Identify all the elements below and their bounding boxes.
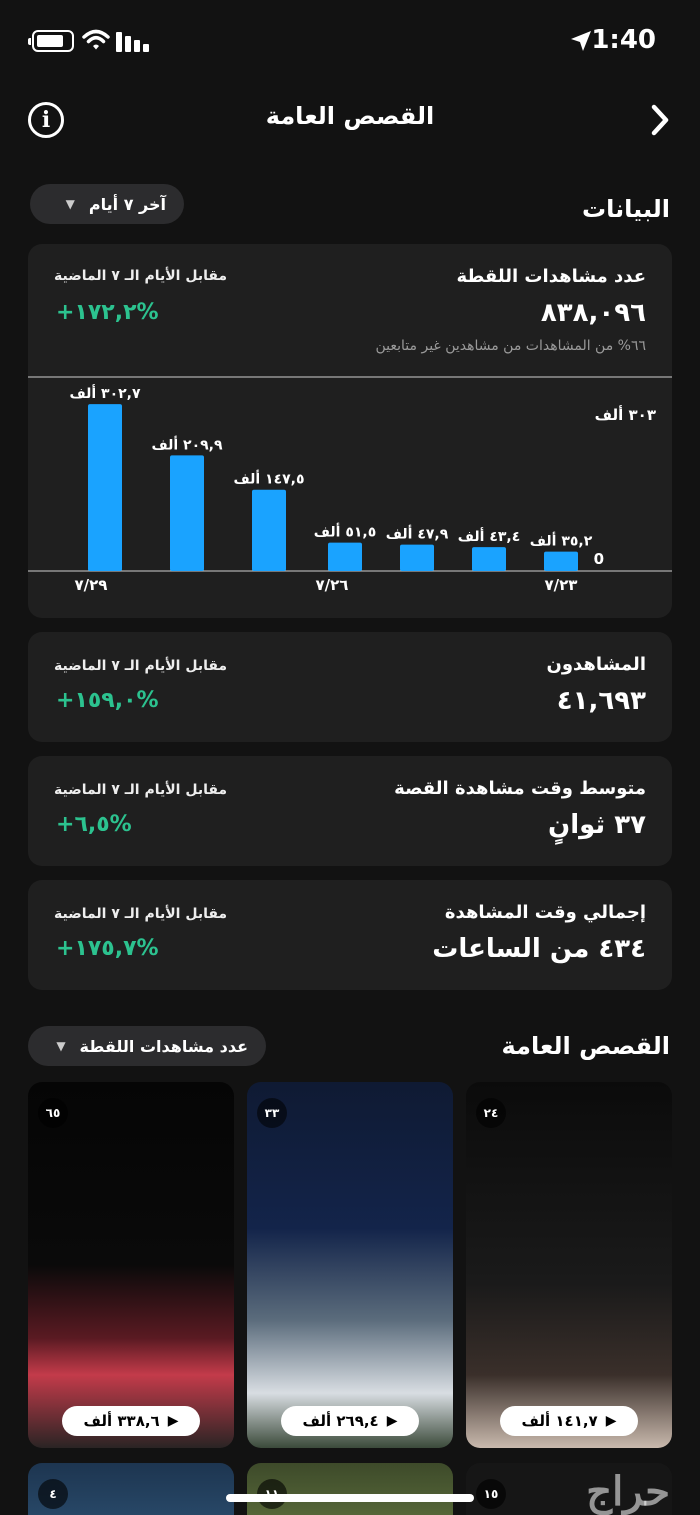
date-range-dropdown[interactable]: آخر ٧ أيام ▼ <box>30 184 184 224</box>
chart-bar <box>88 404 122 571</box>
chart-bar <box>328 542 362 571</box>
play-icon: ▶ <box>167 1413 179 1429</box>
story-rank-badge: ٢٤ <box>476 1098 506 1128</box>
chevron-right-icon[interactable] <box>650 104 670 136</box>
story-rank-badge: ٦٥ <box>38 1098 68 1128</box>
story-thumbnail[interactable]: ٤ <box>28 1463 234 1515</box>
chevron-down-icon: ▼ <box>65 197 75 211</box>
location-arrow-icon <box>571 31 591 51</box>
total-watch-time-compare-label: مقابل الأيام الـ ٧ الماضية <box>54 906 228 922</box>
wifi-icon <box>82 29 110 50</box>
clock: 1:40 <box>591 25 656 55</box>
viewers-compare-label: مقابل الأيام الـ ٧ الماضية <box>54 658 228 674</box>
avg-watch-time-compare-label: مقابل الأيام الـ ٧ الماضية <box>54 782 228 798</box>
story-rank-badge: ١٥ <box>476 1479 506 1509</box>
signal-icon <box>116 30 152 52</box>
total-watch-time-compare-value: +١٧٥,٧% <box>56 936 159 961</box>
chart-bar <box>472 547 506 571</box>
sort-dropdown[interactable]: عدد مشاهدات اللقطة ▼ <box>28 1026 266 1066</box>
avg-watch-time-value: ٣٧ ثوانٍ <box>548 810 646 840</box>
watermark-logo: حراج <box>586 1468 670 1515</box>
page-title: القصص العامة <box>265 102 435 130</box>
chart-x-tick: ٧/٢٩ <box>75 576 108 594</box>
total-watch-time-label: إجمالي وقت المشاهدة <box>444 902 646 923</box>
avg-watch-time-compare-value: +٦,٥% <box>56 812 132 837</box>
chart-bar <box>400 544 434 571</box>
reach-value: ٨٣٨,٠٩٦ <box>540 298 646 328</box>
chart-x-tick: ٧/٢٣ <box>545 576 578 594</box>
chart-bar <box>544 551 578 571</box>
chart-y-max-label: ٣٠٣ ألف <box>595 405 656 424</box>
story-thumbnail[interactable]: ٢٤ ▶ ١٤١,٧ ألف <box>466 1082 672 1448</box>
story-views: ٢٦٩,٤ ألف <box>302 1412 379 1430</box>
viewers-compare-value: +١٥٩,٠% <box>56 688 159 713</box>
insights-title: البيانات <box>582 195 670 223</box>
status-bar: 1:40 <box>0 22 700 62</box>
story-views: ١٤١,٧ ألف <box>521 1412 598 1430</box>
chart-bar <box>170 455 204 571</box>
home-indicator[interactable] <box>226 1494 474 1502</box>
chart-data-label: ٤٧,٩ ألف <box>386 525 449 543</box>
play-icon: ▶ <box>386 1413 398 1429</box>
reach-chart: ٣٥,٢ ألف ٤٣,٤ ألف ٤٧,٩ ألف ٥١,٥ ألف ١٤٧,٥ أل… <box>28 376 672 618</box>
chart-x-tick: ٧/٢٦ <box>316 576 349 594</box>
story-thumbnail[interactable]: ١١ <box>247 1463 453 1515</box>
viewers-label: المشاهدون <box>546 654 646 675</box>
avg-watch-time-card: متوسط وقت مشاهدة القصة ٣٧ ثوانٍ مقابل ال… <box>28 756 672 866</box>
sort-label: عدد مشاهدات اللقطة <box>79 1036 248 1056</box>
viewers-card: المشاهدون ٤١,٦٩٣ مقابل الأيام الـ ٧ الما… <box>28 632 672 742</box>
date-range-label: آخر ٧ أيام <box>88 194 166 214</box>
reach-compare-label: مقابل الأيام الـ ٧ الماضية <box>54 268 228 284</box>
story-thumbnail[interactable]: ٣٣ ▶ ٢٦٩,٤ ألف <box>247 1082 453 1448</box>
play-icon: ▶ <box>605 1413 617 1429</box>
story-rank-badge: ٤ <box>38 1479 68 1509</box>
chart-data-label: ٤٣,٤ ألف <box>458 527 521 545</box>
story-views-pill: ▶ ٣٣٨,٦ ألف <box>62 1406 200 1436</box>
chart-data-label: ٣٠٢,٧ ألف <box>69 384 141 402</box>
story-thumbnail[interactable]: ٦٥ ▶ ٣٣٨,٦ ألف <box>28 1082 234 1448</box>
battery-icon <box>28 30 74 52</box>
chart-data-label: ٣٥,٢ ألف <box>530 532 593 550</box>
story-views-pill: ▶ ١٤١,٧ ألف <box>500 1406 638 1436</box>
story-rank-badge: ٣٣ <box>257 1098 287 1128</box>
story-views: ٣٣٨,٦ ألف <box>83 1412 160 1430</box>
reach-card: عدد مشاهدات اللقطة ٨٣٨,٠٩٦ ٦٦% من المشاه… <box>28 244 672 618</box>
chart-bar <box>252 489 286 571</box>
chevron-down-icon: ▼ <box>56 1039 66 1053</box>
story-views-pill: ▶ ٢٦٩,٤ ألف <box>281 1406 419 1436</box>
chart-data-label: ٢٠٩,٩ ألف <box>151 435 223 453</box>
total-watch-time-card: إجمالي وقت المشاهدة ٤٣٤ من الساعات مقابل… <box>28 880 672 990</box>
total-watch-time-value: ٤٣٤ من الساعات <box>432 934 646 964</box>
chart-data-label: ٥١,٥ ألف <box>314 523 377 541</box>
reach-compare-value: +١٧٢,٢% <box>56 300 159 325</box>
stories-title: القصص العامة <box>501 1032 670 1060</box>
viewers-value: ٤١,٦٩٣ <box>556 686 646 716</box>
chart-data-label: ١٤٧,٥ ألف <box>233 470 304 488</box>
reach-label: عدد مشاهدات اللقطة <box>456 266 646 287</box>
reach-note: ٦٦% من المشاهدات من مشاهدين غير متابعين <box>375 338 647 354</box>
chart-y-min-label: 0 <box>594 550 604 568</box>
avg-watch-time-label: متوسط وقت مشاهدة القصة <box>394 778 646 799</box>
